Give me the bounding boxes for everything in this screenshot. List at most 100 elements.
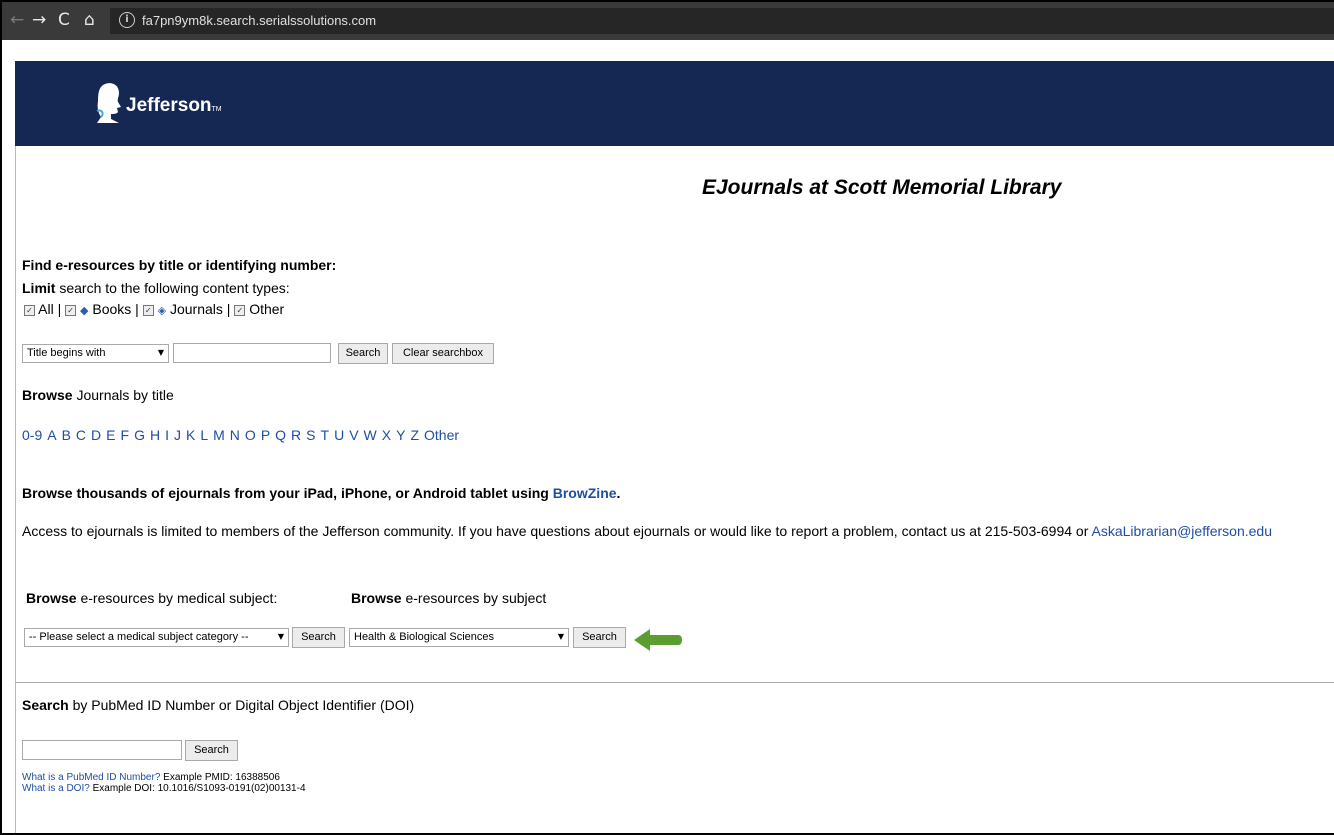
doi-help-line: What is a DOI? Example DOI: 10.1016/S109… bbox=[22, 783, 306, 794]
pmid-example: Example PMID: 16388506 bbox=[163, 772, 280, 783]
books-checkbox[interactable]: ✓ bbox=[65, 305, 77, 316]
browse-title-heading: Browse Journals by title bbox=[22, 387, 174, 403]
letter-link[interactable]: J bbox=[174, 427, 181, 443]
title-search-type-select[interactable]: Title begins with ▼ bbox=[22, 344, 169, 363]
site-header: JeffersonTM bbox=[15, 61, 1334, 146]
limit-rest: search to the following content types: bbox=[59, 280, 290, 296]
letter-link[interactable]: 0-9 bbox=[22, 427, 42, 443]
back-arrow-icon[interactable]: ← bbox=[10, 10, 24, 30]
pubmed-rest: by PubMed ID Number or Digital Object Id… bbox=[72, 697, 415, 713]
home-icon[interactable]: ⌂ bbox=[84, 10, 95, 30]
letter-link[interactable]: K bbox=[186, 427, 195, 443]
medical-subject-search-button[interactable]: Search bbox=[292, 627, 345, 648]
medical-rest: e-resources by medical subject: bbox=[80, 590, 278, 606]
logo-text: JeffersonTM bbox=[126, 95, 222, 117]
letter-link[interactable]: S bbox=[306, 427, 315, 443]
page-frame: ← → C ⌂ i fa7pn9ym8k.search.serialssolut… bbox=[0, 0, 1334, 835]
letter-link[interactable]: G bbox=[134, 427, 145, 443]
access-notice: Access to ejournals is limited to member… bbox=[22, 523, 1272, 539]
letter-link[interactable]: Z bbox=[410, 427, 419, 443]
section-divider bbox=[15, 682, 1334, 683]
ask-librarian-email-link[interactable]: AskaLibrarian@jefferson.edu bbox=[1092, 523, 1273, 539]
letter-link[interactable]: R bbox=[291, 427, 301, 443]
medical-subject-select[interactable]: -- Please select a medical subject categ… bbox=[24, 628, 289, 647]
pubmed-doi-input[interactable] bbox=[22, 740, 182, 760]
letter-link[interactable]: V bbox=[349, 427, 358, 443]
address-bar[interactable]: i fa7pn9ym8k.search.serialssolutions.com bbox=[110, 8, 1334, 34]
title-search-input[interactable] bbox=[173, 343, 331, 363]
letter-link[interactable]: Q bbox=[275, 427, 286, 443]
info-icon[interactable]: i bbox=[119, 12, 135, 28]
logo-tm: TM bbox=[211, 106, 222, 113]
letter-link[interactable]: I bbox=[165, 427, 169, 443]
title-search-button[interactable]: Search bbox=[338, 343, 388, 364]
find-heading: Find e-resources by title or identifying… bbox=[22, 257, 337, 273]
browse-title-bold: Browse bbox=[22, 387, 73, 403]
pmid-help-link[interactable]: What is a PubMed ID Number? bbox=[22, 772, 160, 783]
title-search-type-value: Title begins with bbox=[27, 347, 106, 359]
reload-icon[interactable]: C bbox=[58, 10, 70, 30]
clear-searchbox-button[interactable]: Clear searchbox bbox=[392, 343, 494, 364]
page-title: EJournals at Scott Memorial Library bbox=[702, 176, 1062, 199]
letter-link[interactable]: T bbox=[321, 427, 330, 443]
subject-rest: e-resources by subject bbox=[405, 590, 547, 606]
subject-bold: Browse bbox=[351, 590, 402, 606]
other-label: Other bbox=[249, 301, 285, 317]
letter-link[interactable]: H bbox=[150, 427, 160, 443]
dropdown-arrow-icon: ▼ bbox=[557, 632, 564, 641]
subject-select[interactable]: Health & Biological Sciences ▼ bbox=[349, 628, 569, 647]
letter-link[interactable]: F bbox=[121, 427, 130, 443]
letter-link[interactable]: W bbox=[364, 427, 377, 443]
forward-arrow-icon[interactable]: → bbox=[32, 10, 46, 30]
letter-link[interactable]: M bbox=[213, 427, 225, 443]
subject-value: Health & Biological Sciences bbox=[354, 631, 495, 643]
medical-subject-value: -- Please select a medical subject categ… bbox=[29, 631, 249, 643]
other-checkbox[interactable]: ✓ bbox=[234, 305, 246, 316]
logo-wordmark: Jefferson bbox=[126, 95, 212, 116]
letter-link[interactable]: Other bbox=[424, 427, 459, 443]
doi-help-link[interactable]: What is a DOI? bbox=[22, 783, 90, 794]
content-type-filters: ✓ All | ✓ ◆ Books | ✓ ◈ Journals | ✓ Oth… bbox=[24, 301, 284, 317]
browzine-link[interactable]: BrowZine bbox=[553, 485, 617, 501]
all-checkbox[interactable]: ✓ bbox=[24, 305, 35, 316]
subject-search-button[interactable]: Search bbox=[573, 627, 626, 648]
books-label: Books bbox=[92, 301, 132, 317]
pubmed-bold: Search bbox=[22, 697, 69, 713]
doi-example: Example DOI: 10.1016/S1093-0191(02)00131… bbox=[92, 783, 306, 794]
letter-link[interactable]: U bbox=[334, 427, 344, 443]
left-divider bbox=[15, 146, 16, 833]
limit-bold: Limit bbox=[22, 280, 56, 296]
letter-link[interactable]: P bbox=[261, 427, 270, 443]
book-icon: ◆ bbox=[80, 304, 89, 317]
letter-link[interactable]: L bbox=[200, 427, 208, 443]
letter-link[interactable]: E bbox=[106, 427, 115, 443]
subject-heading: Browse e-resources by subject bbox=[351, 590, 546, 606]
pmid-help-line: What is a PubMed ID Number? Example PMID… bbox=[22, 772, 280, 783]
letter-link[interactable]: A bbox=[47, 427, 56, 443]
url-text[interactable]: fa7pn9ym8k.search.serialssolutions.com bbox=[142, 13, 376, 28]
browser-toolbar: ← → C ⌂ i fa7pn9ym8k.search.serialssolut… bbox=[2, 2, 1334, 40]
browse-title-rest: Journals by title bbox=[76, 387, 174, 403]
letter-link[interactable]: B bbox=[62, 427, 71, 443]
letter-link[interactable]: X bbox=[382, 427, 391, 443]
letter-link[interactable]: Y bbox=[396, 427, 405, 443]
journals-label: Journals bbox=[169, 301, 223, 317]
all-label: All bbox=[38, 301, 54, 317]
alphabet-links: 0-9 A B C D E F G H I J K L M N O P Q R S T U V W X Y Z Other bbox=[22, 427, 464, 443]
journals-checkbox[interactable]: ✓ bbox=[142, 305, 154, 316]
access-text: Access to ejournals is limited to member… bbox=[22, 523, 1089, 539]
letter-link[interactable]: N bbox=[230, 427, 240, 443]
pubmed-heading: Search by PubMed ID Number or Digital Ob… bbox=[22, 697, 414, 713]
letter-link[interactable]: D bbox=[91, 427, 101, 443]
dropdown-arrow-icon: ▼ bbox=[277, 632, 284, 641]
medical-subject-heading: Browse e-resources by medical subject: bbox=[26, 590, 277, 606]
jefferson-profile-icon bbox=[96, 83, 121, 123]
browzine-sentence: Browse thousands of ejournals from your … bbox=[22, 485, 549, 501]
browzine-text: Browse thousands of ejournals from your … bbox=[22, 485, 620, 501]
green-arrow-icon bbox=[634, 629, 682, 651]
pubmed-search-button[interactable]: Search bbox=[185, 740, 238, 761]
letter-link[interactable]: O bbox=[245, 427, 256, 443]
journal-icon: ◈ bbox=[157, 304, 167, 317]
letter-link[interactable]: C bbox=[76, 427, 86, 443]
browzine-period: . bbox=[616, 485, 621, 501]
